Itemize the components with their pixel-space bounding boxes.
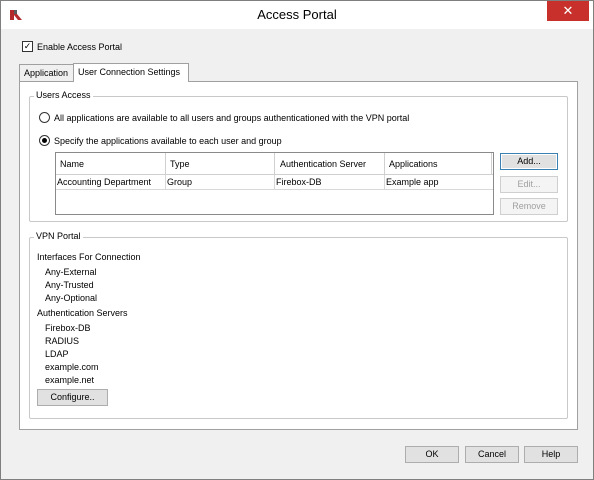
radio-all-applications-row[interactable]: All applications are available to all us…: [39, 112, 409, 123]
radio-specify-applications-row[interactable]: Specify the applications available to ea…: [39, 135, 282, 146]
interfaces-heading: Interfaces For Connection: [37, 252, 141, 262]
edit-button[interactable]: Edit...: [500, 176, 558, 193]
user-applications-table: Name Type Authentication Server Applicat…: [55, 152, 494, 215]
enable-access-portal-label: Enable Access Portal: [37, 41, 123, 52]
add-button[interactable]: Add...: [500, 153, 558, 170]
column-header-authentication-server[interactable]: Authentication Server: [280, 159, 366, 169]
auth-server-item: Firebox-DB: [45, 323, 91, 333]
close-icon[interactable]: ✕: [547, 1, 589, 21]
title-bar: Access Portal ✕: [1, 1, 593, 29]
table-header: Name Type Authentication Server Applicat…: [56, 153, 493, 175]
interface-item: Any-External: [45, 267, 97, 277]
vpn-portal-group-label: VPN Portal: [34, 231, 83, 241]
radio-specify-applications-label: Specify the applications available to ea…: [54, 135, 282, 146]
interface-item: Any-Optional: [45, 293, 98, 303]
vpn-portal-group: VPN Portal: [29, 231, 568, 419]
tab-user-connection-settings[interactable]: User Connection Settings: [73, 63, 189, 82]
column-header-applications[interactable]: Applications: [389, 159, 438, 169]
auth-server-item: example.net: [45, 375, 95, 385]
radio-all-applications-label: All applications are available to all us…: [54, 112, 410, 123]
access-portal-dialog: Access Portal ✕ ✓ Enable Access Portal A…: [0, 0, 594, 480]
auth-server-item: LDAP: [45, 349, 69, 359]
table-row[interactable]: Accounting Department Group Firebox-DB E…: [56, 175, 493, 190]
cell-type: Group: [167, 177, 193, 187]
column-header-type[interactable]: Type: [170, 159, 190, 169]
radio-specify-applications[interactable]: [39, 135, 50, 146]
enable-access-portal-row[interactable]: ✓ Enable Access Portal: [22, 41, 122, 52]
enable-access-portal-checkbox[interactable]: ✓: [22, 41, 33, 52]
auth-server-item: RADIUS: [45, 336, 80, 346]
users-access-group-label: Users Access: [34, 90, 93, 100]
cancel-button[interactable]: Cancel: [465, 446, 519, 463]
configure-button[interactable]: Configure..: [37, 389, 108, 406]
cell-authentication-server: Firebox-DB: [276, 177, 322, 187]
authentication-servers-heading: Authentication Servers: [37, 308, 128, 318]
cell-name: Accounting Department: [57, 177, 152, 187]
auth-server-item: example.com: [45, 362, 99, 372]
help-button[interactable]: Help: [524, 446, 578, 463]
interface-item: Any-Trusted: [45, 280, 94, 290]
ok-button[interactable]: OK: [405, 446, 459, 463]
remove-button[interactable]: Remove: [500, 198, 558, 215]
tab-application[interactable]: Application: [19, 64, 74, 81]
radio-all-applications[interactable]: [39, 112, 50, 123]
column-header-name[interactable]: Name: [60, 159, 84, 169]
cell-applications: Example app: [386, 177, 439, 187]
window-title: Access Portal: [257, 7, 337, 22]
